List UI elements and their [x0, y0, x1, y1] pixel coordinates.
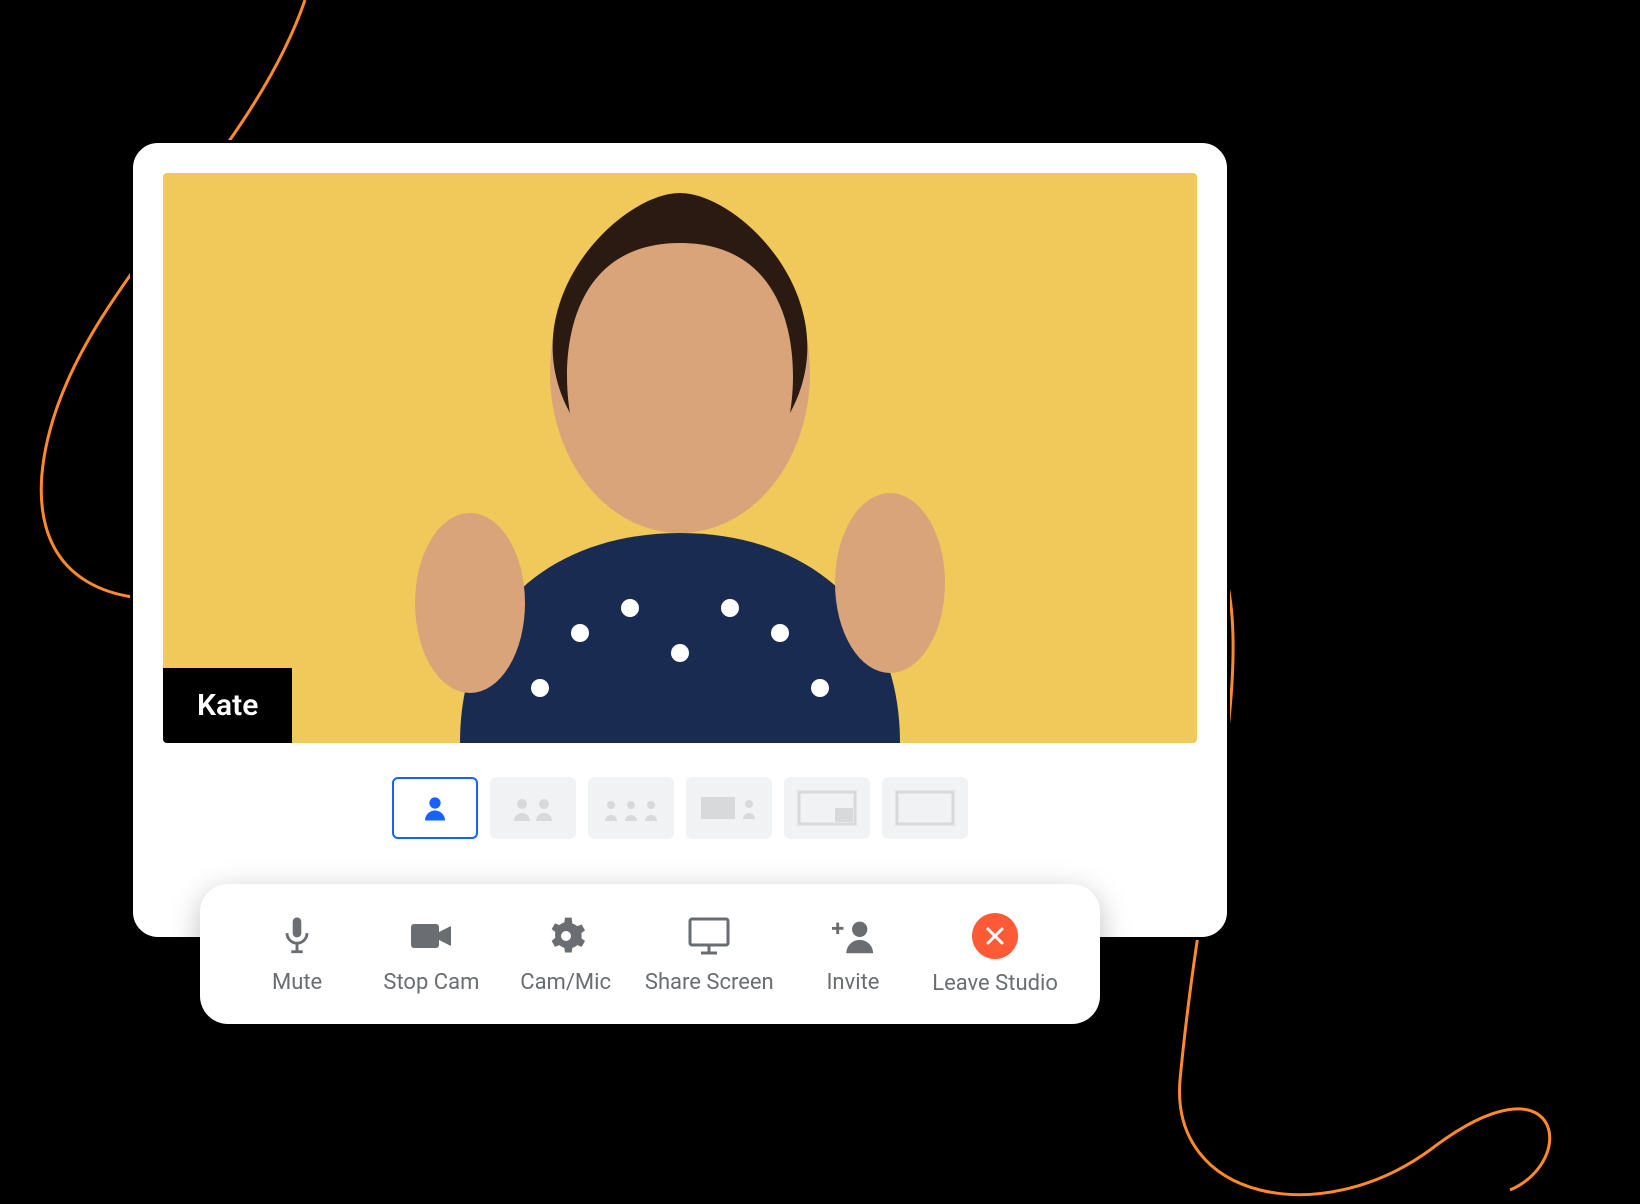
screen-plus-person-icon — [697, 791, 761, 825]
add-person-icon — [831, 914, 875, 958]
monitor-icon — [687, 914, 731, 958]
layout-pip[interactable] — [784, 777, 870, 839]
video-feed: Kate — [163, 173, 1197, 743]
invite-label: Invite — [826, 970, 879, 995]
layout-solo[interactable] — [392, 777, 478, 839]
pip-icon — [795, 788, 859, 828]
stop-cam-button[interactable]: Stop Cam — [376, 914, 486, 995]
studio-window: Kate — [130, 140, 1230, 940]
leave-label: Leave Studio — [932, 971, 1058, 996]
mute-label: Mute — [272, 970, 322, 995]
layout-two-up[interactable] — [490, 777, 576, 839]
mute-button[interactable]: Mute — [242, 914, 352, 995]
camera-icon — [409, 914, 453, 958]
layout-three-up[interactable] — [588, 777, 674, 839]
share-screen-label: Share Screen — [645, 970, 774, 995]
leave-studio-button[interactable]: Leave Studio — [932, 913, 1058, 996]
invite-button[interactable]: Invite — [798, 914, 908, 995]
cam-mic-label: Cam/Mic — [520, 970, 611, 995]
gear-icon — [544, 914, 588, 958]
microphone-icon — [275, 914, 319, 958]
two-people-icon — [506, 793, 560, 823]
three-people-icon — [599, 793, 663, 823]
share-screen-button[interactable]: Share Screen — [645, 914, 774, 995]
screen-only-icon — [893, 788, 957, 828]
layout-screen-only[interactable] — [882, 777, 968, 839]
layout-screen-plus-one[interactable] — [686, 777, 772, 839]
close-icon — [972, 913, 1018, 959]
control-toolbar: Mute Stop Cam Cam/Mic Share Scre — [200, 884, 1100, 1024]
cam-mic-settings-button[interactable]: Cam/Mic — [511, 914, 621, 995]
stop-cam-label: Stop Cam — [383, 970, 479, 995]
person-icon — [420, 793, 450, 823]
participant-name: Kate — [197, 688, 258, 723]
layout-picker — [163, 777, 1197, 839]
participant-avatar — [360, 183, 1000, 743]
participant-name-tag: Kate — [163, 668, 292, 743]
